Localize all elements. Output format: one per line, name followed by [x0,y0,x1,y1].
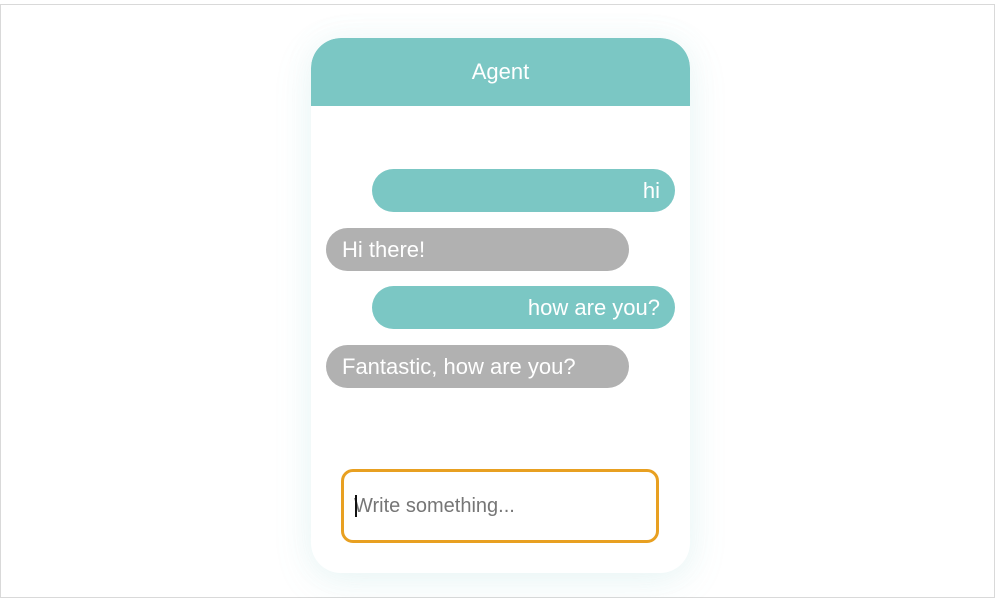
agent-message: Fantastic, how are you? [326,345,629,388]
chat-widget: Agent hi Hi there! how are you? Fantasti… [311,38,690,573]
user-message: how are you? [372,286,675,329]
message-text: how are you? [527,294,660,320]
message-list: hi Hi there! how are you? Fantastic, how… [311,106,690,426]
message-text: Hi there! [342,236,426,262]
message-input[interactable] [354,472,644,540]
chat-title: Agent [471,59,530,84]
chat-header: Agent [311,38,690,106]
message-input-container[interactable] [341,469,659,543]
agent-message: Hi there! [326,228,629,271]
message-text: Fantastic, how are you? [342,353,576,379]
text-caret [355,495,357,517]
message-text: hi [642,177,660,203]
user-message: hi [372,169,675,212]
browser-viewport: Agent hi Hi there! how are you? Fantasti… [0,4,995,598]
